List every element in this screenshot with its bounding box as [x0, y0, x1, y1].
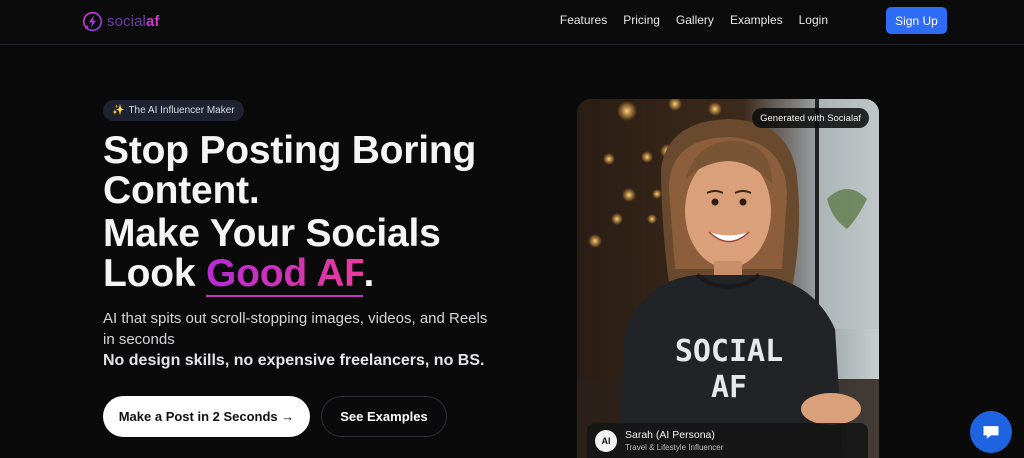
hero-subtext-bold: No design skills, no expensive freelance… — [103, 352, 485, 369]
chat-button[interactable] — [970, 411, 1012, 453]
nav-link-login[interactable]: Login — [799, 13, 828, 27]
hero-headline: Stop Posting Boring Content. Make Your S… — [103, 129, 543, 297]
signup-button[interactable]: Sign Up — [886, 7, 947, 34]
nav-link-examples[interactable]: Examples — [730, 13, 783, 27]
top-navbar: socialaf Features Pricing Gallery Exampl… — [0, 0, 1024, 45]
nav-link-gallery[interactable]: Gallery — [676, 13, 714, 27]
persona-card: AI Sarah (AI Persona) Travel & Lifestyle… — [587, 423, 868, 458]
hero-badge-label: The AI Influencer Maker — [128, 105, 235, 116]
nav-link-features[interactable]: Features — [560, 13, 607, 27]
influencer-photo: SOCIAL AF — [577, 99, 879, 458]
hero-badge: ✨ The AI Influencer Maker — [103, 100, 244, 121]
headline-line2: Make Your Socials Look Good AF. — [103, 214, 543, 297]
persona-role: Travel & Lifestyle Influencer — [625, 442, 724, 452]
make-post-button[interactable]: Make a Post in 2 Seconds → — [103, 396, 310, 437]
lightning-logo-icon — [82, 11, 103, 31]
headline-highlight: Good AF — [206, 252, 364, 297]
logo-text-part2: af — [145, 12, 160, 30]
persona-name: Sarah (AI Persona) — [625, 428, 715, 441]
headline-suffix: . — [363, 252, 375, 295]
persona-avatar: AI — [595, 429, 617, 452]
chat-bubble-icon — [983, 426, 999, 439]
showcase-image: SOCIAL AF Generated with Socialaf AI Sar… — [577, 99, 879, 458]
generated-tag: Generated with Socialaf — [752, 108, 869, 128]
logo[interactable]: socialaf — [82, 10, 160, 32]
nav-link-pricing[interactable]: Pricing — [623, 13, 660, 27]
hero-subtext: AI that spits out scroll-stopping images… — [103, 310, 488, 348]
logo-text: socialaf — [107, 13, 160, 30]
shirt-text-line1: SOCIAL — [675, 334, 783, 369]
logo-text-part1: social — [107, 12, 146, 30]
nav-links: Features Pricing Gallery Examples Login — [560, 13, 828, 27]
persona-info: Sarah (AI Persona) Travel & Lifestyle In… — [625, 429, 723, 453]
see-examples-button[interactable]: See Examples — [321, 396, 447, 437]
sparkles-icon: ✨ — [112, 105, 125, 116]
headline-line1: Stop Posting Boring Content. — [103, 129, 477, 212]
shirt-text-line2: AF — [711, 370, 747, 405]
